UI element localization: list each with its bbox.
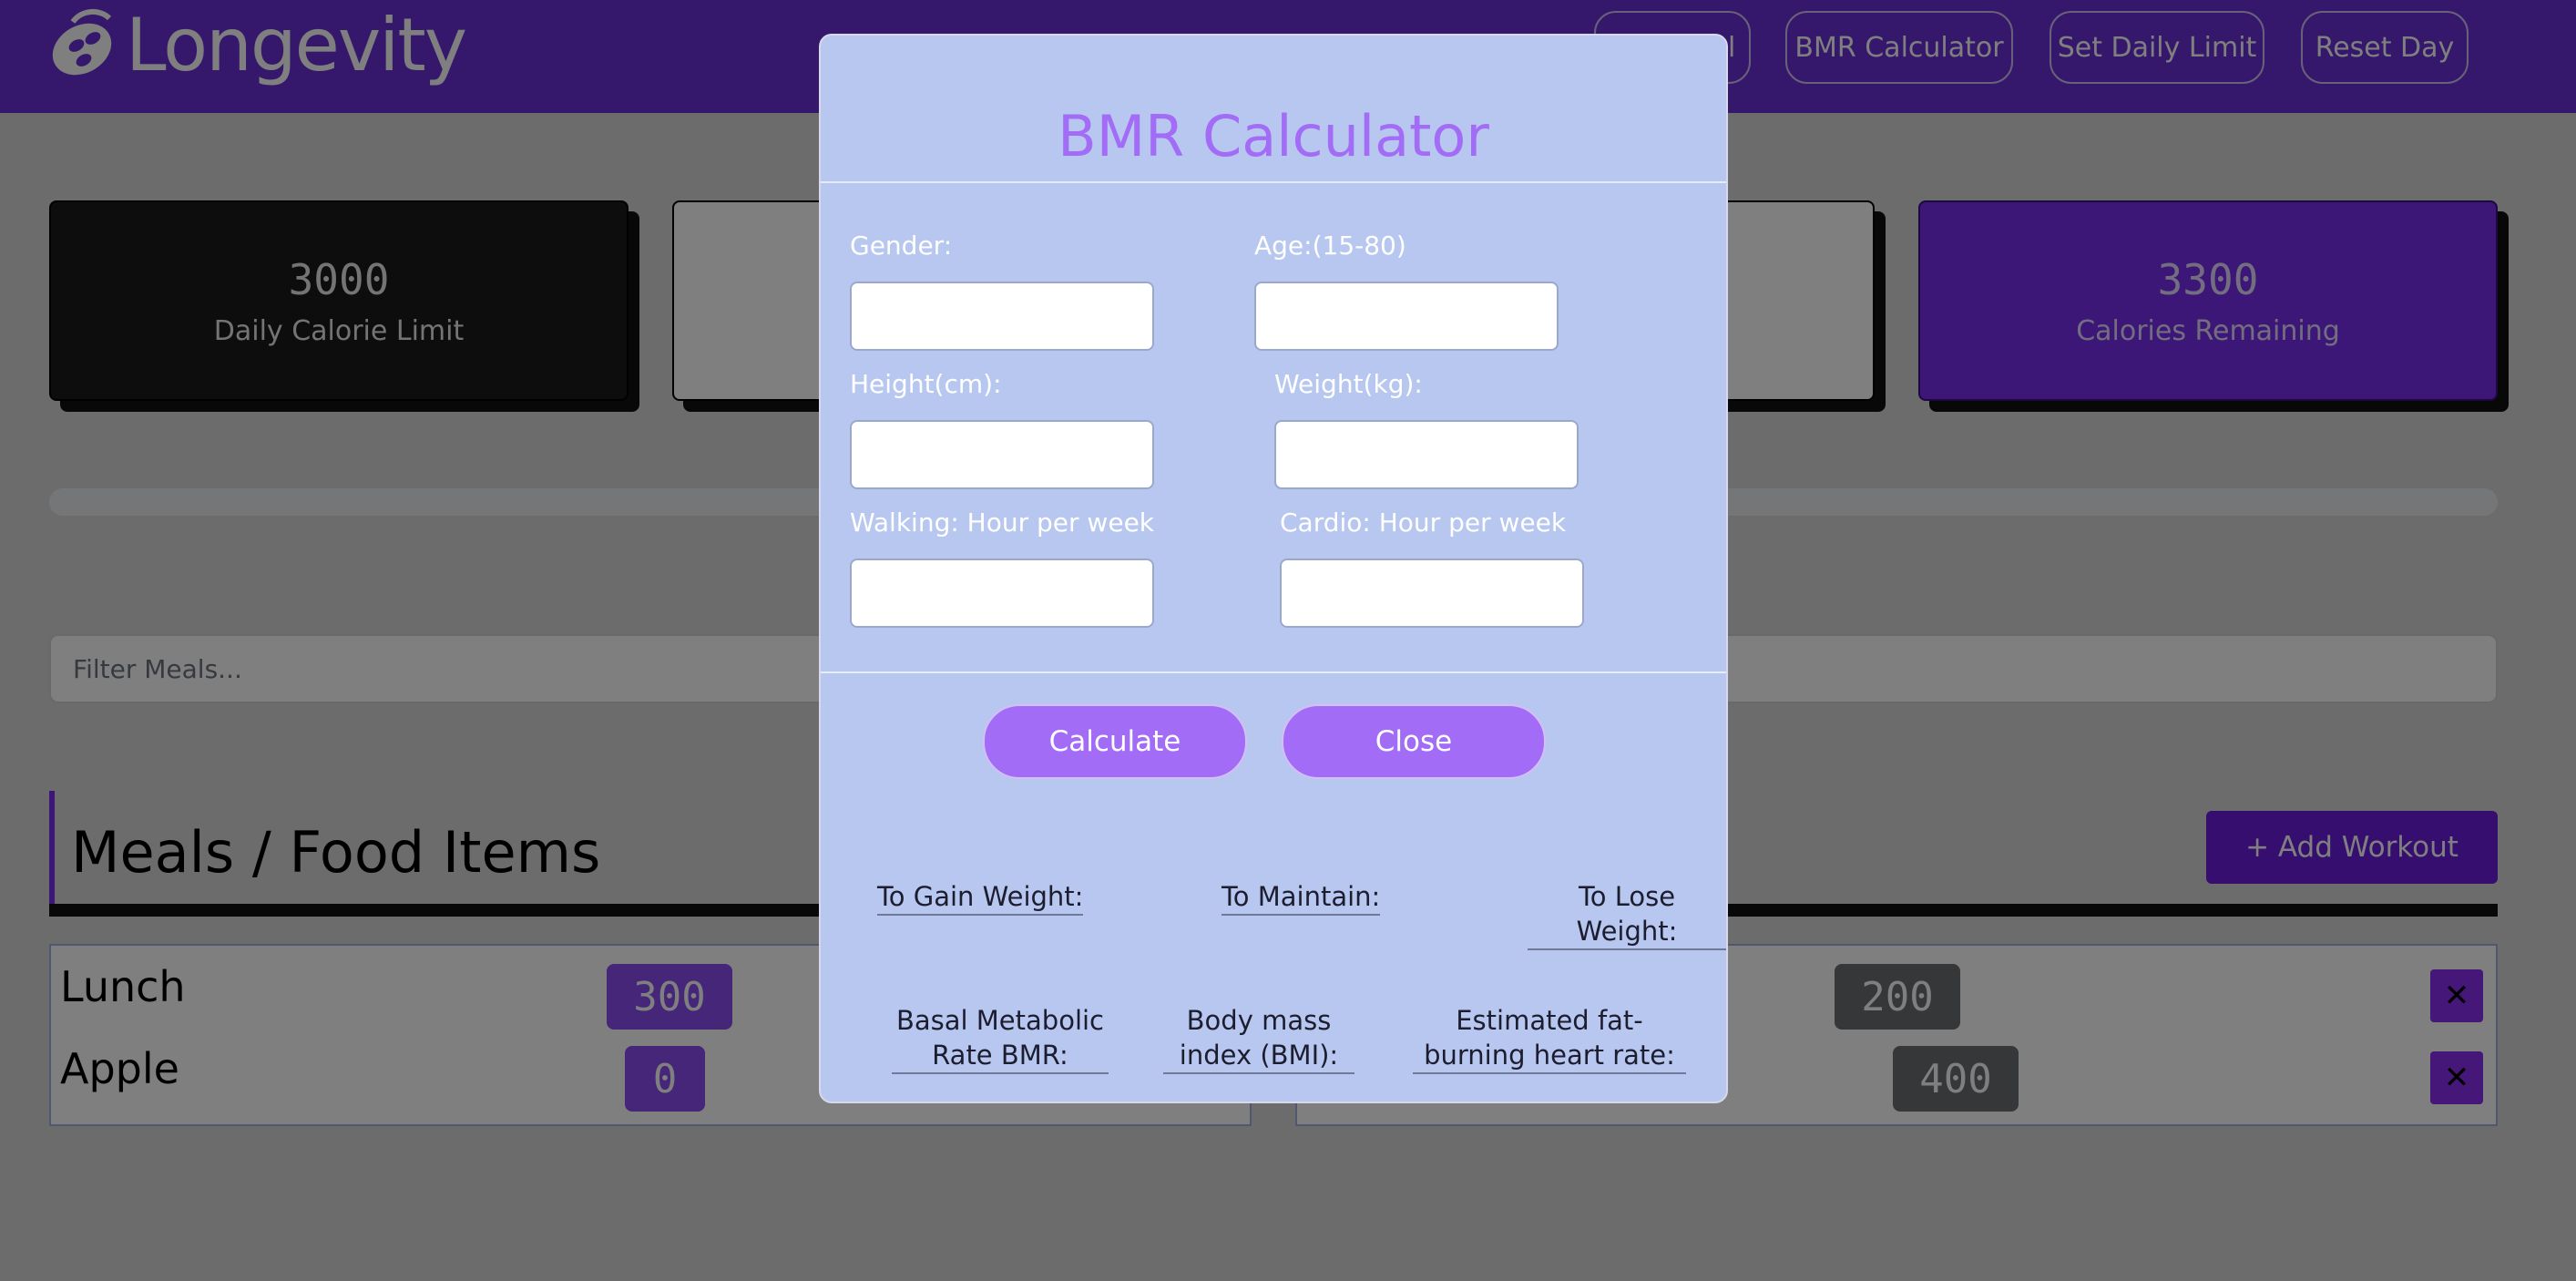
maintain-weight-label: To Maintain: [1222, 879, 1381, 916]
age-label: Age:(15-80) [1254, 231, 1406, 261]
bmr-result-label: Basal Metabolic Rate BMR: [892, 1003, 1109, 1074]
height-label: Height(cm): [850, 369, 1002, 399]
calculate-button[interactable]: Calculate [983, 704, 1247, 779]
age-input[interactable] [1254, 282, 1559, 351]
gain-weight-label: To Gain Weight: [877, 879, 1084, 916]
gender-label: Gender: [850, 231, 953, 261]
weight-label: Weight(kg): [1274, 369, 1423, 399]
close-button[interactable]: Close [1282, 704, 1546, 779]
weight-input[interactable] [1274, 420, 1579, 489]
modal-title: BMR Calculator [1058, 103, 1489, 169]
gender-input[interactable] [850, 282, 1154, 351]
lose-weight-label: To Lose Weight: [1528, 879, 1726, 950]
walking-hours-input[interactable] [850, 559, 1154, 628]
height-input[interactable] [850, 420, 1154, 489]
bmi-result-label: Body mass index (BMI): [1163, 1003, 1354, 1074]
bmr-calculator-modal: BMR Calculator Gender: Age:(15-80) Heigh… [819, 34, 1728, 1103]
cardio-label: Cardio: Hour per week [1280, 507, 1567, 538]
modal-footer-divider [821, 671, 1726, 673]
cardio-hours-input[interactable] [1280, 559, 1584, 628]
modal-header-divider [821, 181, 1726, 183]
walking-label: Walking: Hour per week [850, 507, 1155, 538]
fat-burning-rate-label: Estimated fat-burning heart rate: [1413, 1003, 1686, 1074]
